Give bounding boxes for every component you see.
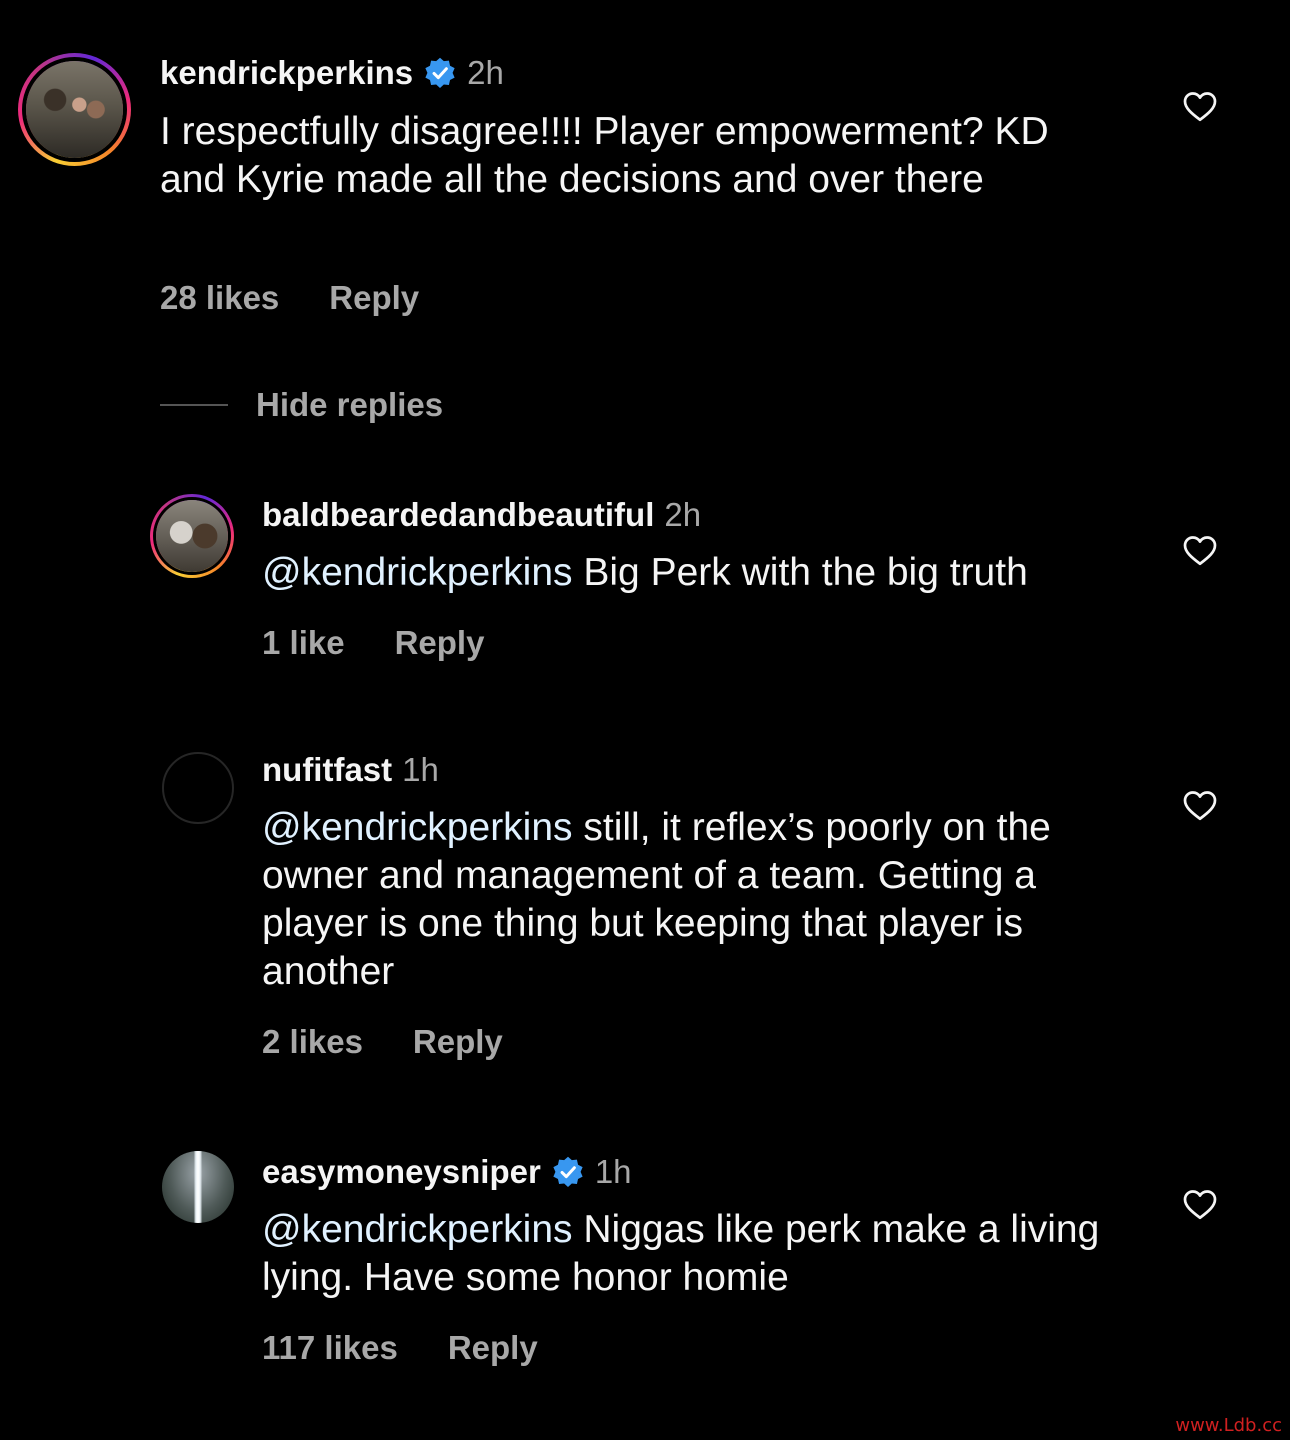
likes-count[interactable]: 2 likes	[262, 1023, 363, 1060]
comment-actions: 2 likes Reply	[262, 1022, 503, 1062]
avatar[interactable]	[150, 494, 234, 578]
hide-replies-button[interactable]: Hide replies	[160, 386, 443, 424]
comment-body: Big Perk with the big truth	[572, 551, 1028, 594]
comment-actions: 28 likes Reply	[160, 278, 419, 318]
verified-badge-icon	[553, 1156, 583, 1187]
avatar[interactable]	[162, 1151, 234, 1223]
watermark: www.Ldb.cc	[1175, 1415, 1282, 1436]
mention-link[interactable]: @kendrickperkins	[262, 806, 573, 849]
comment-text: I respectfully disagree!!!! Player empow…	[160, 108, 1120, 204]
comment-body: I respectfully disagree!!!! Player empow…	[160, 110, 1049, 201]
comment-actions: 117 likes Reply	[262, 1328, 538, 1368]
comment-header: easymoneysniper 1h	[262, 1152, 632, 1192]
likes-count[interactable]: 117 likes	[262, 1329, 398, 1366]
comment-header: nufitfast 1h	[262, 750, 439, 790]
comment-text: @kendrickperkins Niggas like perk make a…	[262, 1206, 1122, 1302]
timestamp: 1h	[594, 1153, 632, 1190]
avatar[interactable]	[162, 752, 234, 824]
reply-button[interactable]: Reply	[448, 1329, 538, 1366]
comment-text: @kendrickperkins still, it reflex’s poor…	[262, 804, 1092, 996]
reply-button[interactable]: Reply	[413, 1023, 503, 1060]
avatar[interactable]	[18, 53, 131, 166]
divider	[160, 404, 228, 406]
username[interactable]: easymoneysniper	[262, 1152, 541, 1192]
heart-icon[interactable]	[1182, 89, 1218, 125]
reply-button[interactable]: Reply	[395, 624, 485, 661]
username[interactable]: nufitfast	[262, 750, 392, 790]
timestamp: 2h	[467, 54, 504, 91]
username[interactable]: baldbeardedandbeautiful	[262, 495, 654, 535]
likes-count[interactable]: 1 like	[262, 624, 345, 661]
heart-icon[interactable]	[1182, 1187, 1218, 1223]
comment-header: kendrickperkins 2h	[160, 53, 504, 93]
likes-count[interactable]: 28 likes	[160, 279, 279, 316]
comment-header: baldbeardedandbeautiful 2h	[262, 495, 701, 535]
heart-icon[interactable]	[1182, 788, 1218, 824]
reply-button[interactable]: Reply	[329, 279, 419, 316]
hide-replies-label: Hide replies	[256, 386, 444, 423]
username[interactable]: kendrickperkins	[160, 53, 413, 93]
heart-icon[interactable]	[1182, 533, 1218, 569]
comment-actions: 1 like Reply	[262, 623, 484, 663]
mention-link[interactable]: @kendrickperkins	[262, 1208, 573, 1251]
comment-text: @kendrickperkins Big Perk with the big t…	[262, 549, 1182, 597]
timestamp: 2h	[664, 496, 702, 533]
mention-link[interactable]: @kendrickperkins	[262, 551, 573, 594]
verified-badge-icon	[425, 57, 455, 88]
timestamp: 1h	[402, 751, 439, 788]
